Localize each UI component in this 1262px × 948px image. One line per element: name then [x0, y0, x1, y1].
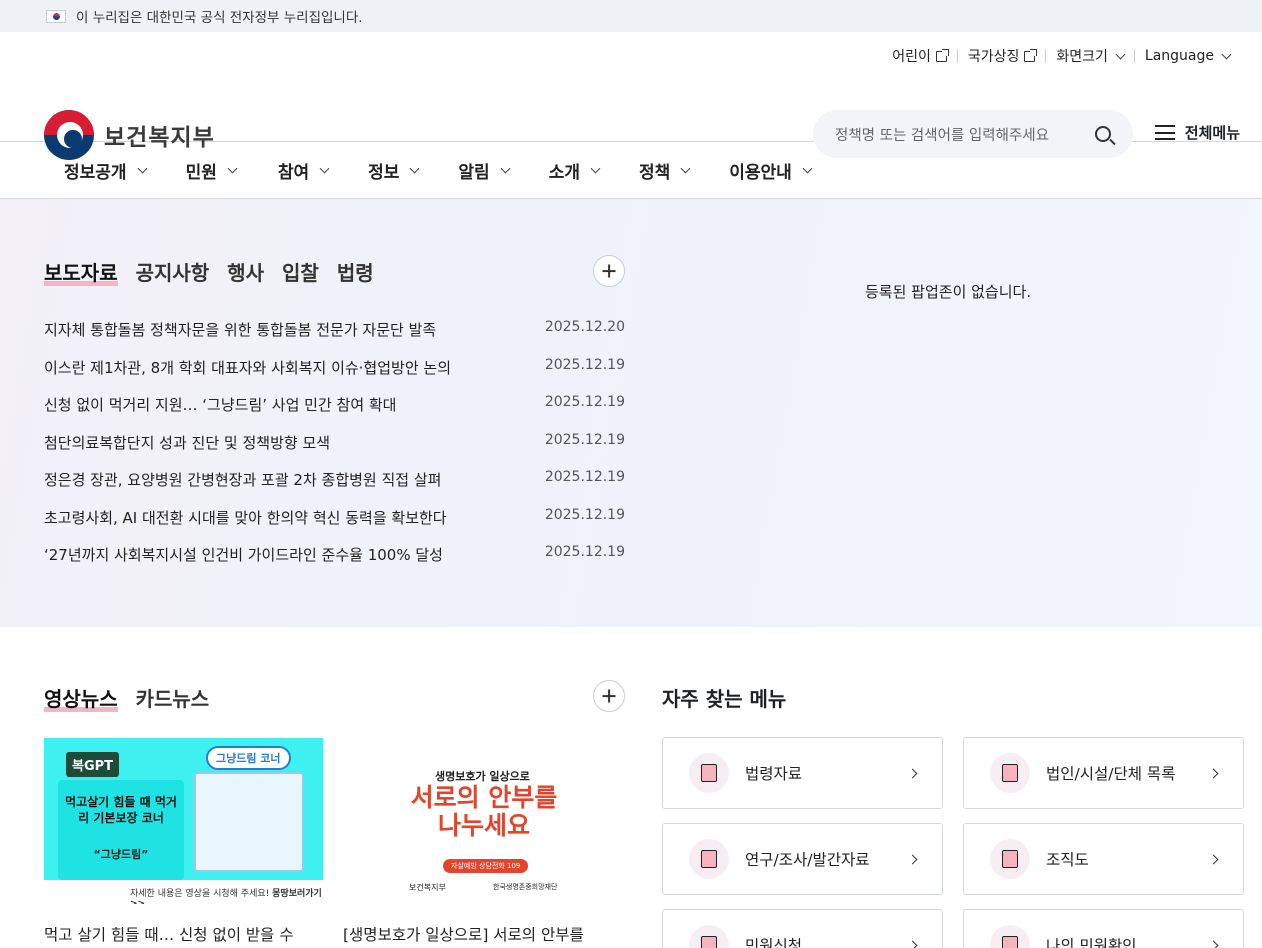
tab-bids[interactable]: 입찰 [282, 257, 319, 286]
fav-laws[interactable]: 법령자료 [662, 737, 943, 809]
tab-press-release[interactable]: 보도자료 [44, 257, 118, 286]
list-item[interactable]: 지자체 통합돌봄 정책자문을 위한 통합돌봄 전문가 자문단 발족 2025.12… [44, 319, 625, 357]
national-symbols-link[interactable]: 국가상징 [958, 46, 1046, 66]
chevron-down-icon [409, 163, 420, 173]
kids-link[interactable]: 어린이 [882, 46, 957, 66]
thumbnail-headline: 서로의 안부를 나누세요 [410, 783, 558, 840]
thumbnail-top-text: 생명보호가 일상으로 [435, 770, 530, 783]
nav-item-info-disclosure[interactable]: 정보공개 [64, 158, 148, 183]
news-list: 지자체 통합돌봄 정책자문을 위한 통합돌봄 전문가 자문단 발족 2025.12… [44, 319, 625, 582]
list-item[interactable]: 첨단의료복합단지 성과 진단 및 정책방향 모색 2025.12.19 [44, 432, 625, 470]
font-size-dropdown[interactable]: 화면크기 [1046, 46, 1134, 66]
flag-icon [990, 925, 1030, 948]
scroll-icon [689, 839, 729, 879]
korea-flag-icon [46, 9, 66, 23]
thumbnail-footer: 자세한 내용은 영상을 시청해 주세요! 몽땅보러가기 >> [44, 880, 323, 904]
chevron-down-icon [137, 163, 148, 173]
gov-banner: 이 누리집은 대한민국 공식 전자정부 누리집입니다. [0, 0, 1262, 32]
chevron-down-icon [680, 163, 691, 173]
header: 어린이 국가상징 화면크기 Language 보건복지부 정책명 또는 검색어를… [0, 32, 1262, 160]
thumbnail-headline: 먹고살기 힘들 때 먹거리 기본보장 코너 [58, 780, 184, 880]
video-caption-1[interactable]: 먹고 살기 힘들 때… 신청 없이 받을 수 [44, 923, 324, 945]
list-item[interactable]: 초고령사회, AI 대전환 시대를 맞아 한의약 혁신 동력을 확보한다 2025… [44, 507, 625, 545]
search-icon[interactable] [1095, 126, 1111, 142]
nav-item-civil[interactable]: 민원 [186, 158, 238, 183]
language-dropdown[interactable]: Language [1135, 48, 1240, 64]
search-placeholder: 정책명 또는 검색어를 입력해주세요 [835, 127, 1049, 144]
hotline-pill: 자살예방 상담전화 109 [443, 859, 529, 873]
chevron-right-icon [907, 854, 918, 864]
fav-civil-request[interactable]: 민원신청 [662, 909, 943, 948]
media-section: 영상뉴스 카드뉴스 복GPT 먹고살기 힘들 때 먹거리 기본보장 코너 “그냥… [0, 627, 1262, 948]
org-logo-2: 한국생명존중희망재단 [493, 883, 558, 891]
chevron-down-icon [500, 163, 511, 173]
gov-banner-text: 이 누리집은 대한민국 공식 전자정부 누리집입니다. [76, 10, 363, 26]
search-input[interactable]: 정책명 또는 검색어를 입력해주세요 [813, 110, 1133, 158]
chevron-down-icon [1115, 49, 1126, 59]
thumbnail-tag: 그냥드림 코너 [206, 746, 291, 770]
fav-my-civil[interactable]: 나의 민원확인 [963, 909, 1244, 948]
nav-item-policy[interactable]: 정책 [639, 158, 691, 183]
external-link-icon [1024, 48, 1038, 62]
all-menu-button[interactable]: 전체메뉴 [1154, 122, 1240, 143]
chevron-down-icon [227, 163, 238, 173]
chevron-down-icon [1221, 49, 1232, 59]
fav-corporations[interactable]: 법인/시설/단체 목록 [963, 737, 1244, 809]
news-tabs: 보도자료 공지사항 행사 입찰 법령 [44, 257, 374, 286]
tab-notice[interactable]: 공지사항 [136, 257, 210, 286]
video-caption-2[interactable]: [생명보호가 일상으로] 서로의 안부를 [343, 923, 623, 945]
badge: 복GPT [66, 752, 120, 777]
utility-nav: 어린이 국가상징 화면크기 Language [882, 46, 1240, 66]
shelf-illustration [194, 772, 304, 872]
fav-research[interactable]: 연구/조사/발간자료 [662, 823, 943, 895]
nav-item-info[interactable]: 정보 [368, 158, 420, 183]
hamburger-icon [1154, 125, 1175, 140]
tab-events[interactable]: 행사 [227, 257, 264, 286]
edit-icon [689, 925, 729, 948]
chevron-down-icon [319, 163, 330, 173]
nav-item-notice[interactable]: 알림 [458, 158, 511, 183]
nav-item-guide[interactable]: 이용안내 [729, 158, 813, 183]
list-item[interactable]: 이스란 제1차관, 8개 학회 대표자와 사회복지 이슈·협업방안 논의 2025… [44, 357, 625, 395]
org-logo-1: 보건복지부 [409, 883, 446, 892]
media-more-button[interactable] [593, 680, 625, 712]
logo-text: 보건복지부 [104, 125, 215, 151]
list-item[interactable]: 신청 없이 먹거리 지원… ‘그냥드림’ 사업 민간 참여 확대 2025.12.… [44, 394, 625, 432]
list-item[interactable]: ‘27년까지 사회복지시설 인건비 가이드라인 준수율 100% 달성 2025.… [44, 544, 625, 582]
chevron-down-icon [802, 163, 813, 173]
list-item[interactable]: 정은경 장관, 요양병원 간병현장과 포괄 2차 종합병원 직접 살펴 2025.… [44, 469, 625, 507]
news-more-button[interactable] [593, 255, 625, 287]
ministry-logo[interactable]: 보건복지부 [44, 110, 215, 160]
taegeuk-logo-icon [44, 110, 94, 160]
popup-zone-empty: 등록된 팝업존이 없습니다. [865, 283, 1032, 301]
favorite-menu-title: 자주 찾는 메뉴 [662, 687, 787, 711]
document-icon [990, 753, 1030, 793]
org-chart-icon [990, 839, 1030, 879]
tab-card-news[interactable]: 카드뉴스 [136, 683, 210, 712]
tab-video-news[interactable]: 영상뉴스 [44, 683, 118, 712]
thumbnail-subtitle: “그냥드림” [93, 848, 149, 861]
nav-item-about[interactable]: 소개 [549, 158, 601, 183]
chevron-right-icon [907, 940, 918, 948]
fav-org-chart[interactable]: 조직도 [963, 823, 1244, 895]
nav-item-participation[interactable]: 참여 [278, 158, 330, 183]
chevron-right-icon [1208, 940, 1219, 948]
media-tabs: 영상뉴스 카드뉴스 [44, 683, 209, 712]
book-icon [689, 753, 729, 793]
video-thumbnail-1[interactable]: 복GPT 먹고살기 힘들 때 먹거리 기본보장 코너 “그냥드림” 그냥드림 코… [44, 738, 323, 904]
video-thumbnail-2[interactable]: 생명보호가 일상으로 서로의 안부를 나누세요 자살예방 상담전화 109 보건… [343, 738, 622, 904]
external-link-icon [935, 48, 949, 62]
tab-laws[interactable]: 법령 [337, 257, 374, 286]
chevron-right-icon [1208, 854, 1219, 864]
chevron-right-icon [1208, 768, 1219, 778]
chevron-right-icon [907, 768, 918, 778]
chevron-down-icon [590, 163, 601, 173]
news-section: 보도자료 공지사항 행사 입찰 법령 지자체 통합돌봄 정책자문을 위한 통합돌… [0, 199, 1262, 627]
